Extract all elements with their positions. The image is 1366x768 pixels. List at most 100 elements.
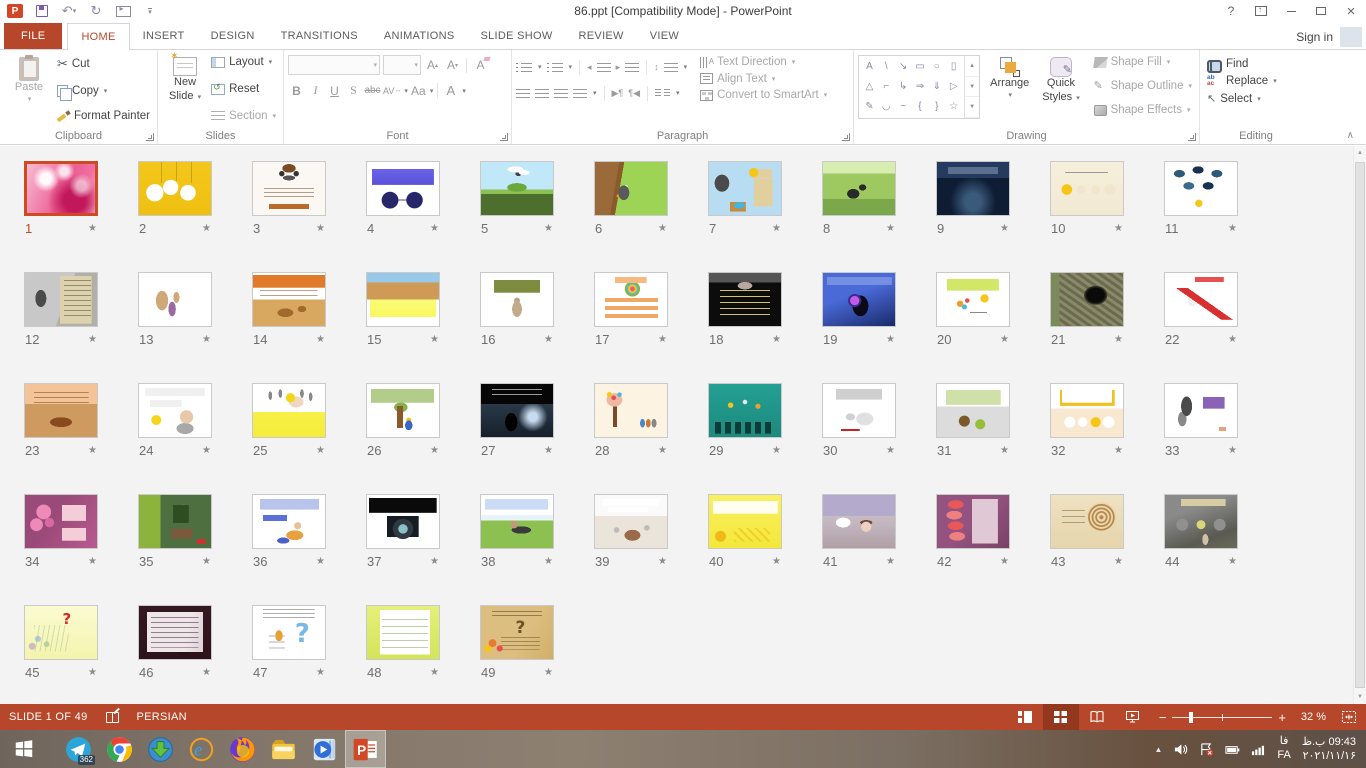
taskbar-app-media-player[interactable] <box>304 730 345 768</box>
slide-indicator[interactable]: SLIDE 1 OF 49 <box>0 704 97 730</box>
left-to-right-button[interactable]: ▶¶ <box>612 88 624 99</box>
animation-star-icon[interactable]: ★ <box>544 445 553 456</box>
slide-thumbnail-39[interactable] <box>594 494 668 549</box>
shape-option[interactable]: ~ <box>900 102 906 112</box>
numbering-button[interactable] <box>547 63 563 72</box>
slide-thumbnail-30[interactable] <box>822 383 896 438</box>
slide-thumbnail-14[interactable] <box>252 272 326 327</box>
underline-button[interactable]: U <box>326 81 343 100</box>
animation-star-icon[interactable]: ★ <box>886 334 895 345</box>
slide-thumbnail-21[interactable] <box>1050 272 1124 327</box>
slide-thumbnail-11[interactable] <box>1164 161 1238 216</box>
shape-option[interactable]: ⇓ <box>933 82 941 92</box>
slide-thumbnail-49[interactable]: ? <box>480 605 554 660</box>
animation-star-icon[interactable]: ★ <box>202 667 211 678</box>
customize-qat-button[interactable]: ▾ <box>141 3 159 19</box>
network-signal-icon[interactable] <box>1251 742 1266 757</box>
shape-option[interactable]: ☆ <box>949 102 958 112</box>
tab-file[interactable]: FILE <box>4 23 62 50</box>
animation-star-icon[interactable]: ★ <box>1000 334 1009 345</box>
animation-star-icon[interactable]: ★ <box>772 334 781 345</box>
drawing-dialog-launcher[interactable] <box>1188 133 1196 141</box>
animation-star-icon[interactable]: ★ <box>1000 445 1009 456</box>
shape-option[interactable]: ⇒ <box>916 82 924 92</box>
animation-star-icon[interactable]: ★ <box>658 556 667 567</box>
shape-option[interactable]: ○ <box>934 62 940 72</box>
animation-star-icon[interactable]: ★ <box>1000 556 1009 567</box>
taskbar-clock[interactable]: 09:43 ب.ظ ۲۰۲۱/۱۱/۱۶ <box>1302 735 1356 764</box>
align-center-button[interactable] <box>535 89 549 98</box>
change-case-button[interactable]: Aa <box>410 81 427 100</box>
scrollbar-thumb[interactable] <box>1355 162 1365 688</box>
shape-option[interactable]: ▭ <box>915 62 924 72</box>
language-switcher[interactable]: فا FA <box>1277 735 1290 763</box>
taskbar-app-chrome[interactable] <box>99 730 140 768</box>
animation-star-icon[interactable]: ★ <box>886 223 895 234</box>
view-slide-sorter-button[interactable] <box>1043 704 1079 730</box>
animation-star-icon[interactable]: ★ <box>1228 556 1237 567</box>
animation-star-icon[interactable]: ★ <box>544 556 553 567</box>
replace-button[interactable]: abacReplace▾ <box>1204 74 1308 88</box>
animation-star-icon[interactable]: ★ <box>88 223 97 234</box>
tab-animations[interactable]: ANIMATIONS <box>371 23 468 50</box>
taskbar-app-powerpoint[interactable]: P <box>345 730 386 768</box>
right-to-left-button[interactable]: ¶◀ <box>628 88 640 99</box>
slide-thumbnail-10[interactable] <box>1050 161 1124 216</box>
animation-star-icon[interactable]: ★ <box>88 334 97 345</box>
grow-font-button[interactable]: A▴ <box>424 56 441 75</box>
animation-star-icon[interactable]: ★ <box>658 334 667 345</box>
paste-button[interactable]: Paste ▾ <box>4 53 54 125</box>
animation-star-icon[interactable]: ★ <box>772 223 781 234</box>
shapes-scroll-up[interactable]: ▲ <box>965 56 979 77</box>
view-normal-button[interactable] <box>1007 704 1043 730</box>
font-dialog-launcher[interactable] <box>500 133 508 141</box>
slide-thumbnail-7[interactable] <box>708 161 782 216</box>
copy-button[interactable]: Copy▾ <box>54 84 153 98</box>
slide-thumbnail-8[interactable] <box>822 161 896 216</box>
slide-thumbnail-16[interactable] <box>480 272 554 327</box>
restore-button[interactable] <box>1306 0 1336 22</box>
clear-formatting-button[interactable]: A <box>472 56 489 75</box>
help-button[interactable]: ? <box>1216 0 1246 22</box>
animation-star-icon[interactable]: ★ <box>1114 334 1123 345</box>
slide-thumbnail-33[interactable] <box>1164 383 1238 438</box>
save-button[interactable] <box>33 3 51 19</box>
animation-star-icon[interactable]: ★ <box>544 223 553 234</box>
shape-option[interactable]: △ <box>866 82 874 92</box>
animation-star-icon[interactable]: ★ <box>1228 223 1237 234</box>
shape-option[interactable]: ↘ <box>899 62 907 72</box>
align-text-button[interactable]: Align Text▾ <box>697 72 830 86</box>
decrease-indent-button[interactable]: ◂ <box>587 62 592 73</box>
sign-in-button[interactable]: Sign in <box>1296 27 1362 47</box>
animation-star-icon[interactable]: ★ <box>1114 556 1123 567</box>
zoom-percentage[interactable]: 32 % <box>1294 711 1332 723</box>
zoom-slider-thumb[interactable] <box>1189 712 1193 723</box>
shape-option[interactable]: ◡ <box>882 102 891 112</box>
shape-option[interactable]: ▯ <box>951 62 957 72</box>
start-slideshow-button[interactable] <box>114 3 132 19</box>
animation-star-icon[interactable]: ★ <box>316 223 325 234</box>
animation-star-icon[interactable]: ★ <box>316 445 325 456</box>
animation-star-icon[interactable]: ★ <box>88 556 97 567</box>
animation-star-icon[interactable]: ★ <box>430 223 439 234</box>
slide-thumbnail-34[interactable] <box>24 494 98 549</box>
shape-option[interactable]: ▷ <box>950 82 958 92</box>
slide-thumbnail-37[interactable] <box>366 494 440 549</box>
slide-thumbnail-38[interactable] <box>480 494 554 549</box>
animation-star-icon[interactable]: ★ <box>658 445 667 456</box>
slide-thumbnail-17[interactable] <box>594 272 668 327</box>
animation-star-icon[interactable]: ★ <box>316 667 325 678</box>
tab-review[interactable]: REVIEW <box>566 23 637 50</box>
quick-styles-button[interactable]: Quick Styles ▾ <box>1039 53 1082 119</box>
animation-star-icon[interactable]: ★ <box>1000 223 1009 234</box>
layout-button[interactable]: Layout▾ <box>208 55 279 69</box>
slide-thumbnail-24[interactable] <box>138 383 212 438</box>
animation-star-icon[interactable]: ★ <box>772 445 781 456</box>
slide-thumbnail-3[interactable] <box>252 161 326 216</box>
strikethrough-button[interactable]: abc <box>364 81 381 100</box>
slide-thumbnail-29[interactable] <box>708 383 782 438</box>
slide-thumbnail-5[interactable] <box>480 161 554 216</box>
animation-star-icon[interactable]: ★ <box>202 223 211 234</box>
convert-to-smartart-button[interactable]: Convert to SmartArt▾ <box>697 88 830 102</box>
animation-star-icon[interactable]: ★ <box>658 223 667 234</box>
